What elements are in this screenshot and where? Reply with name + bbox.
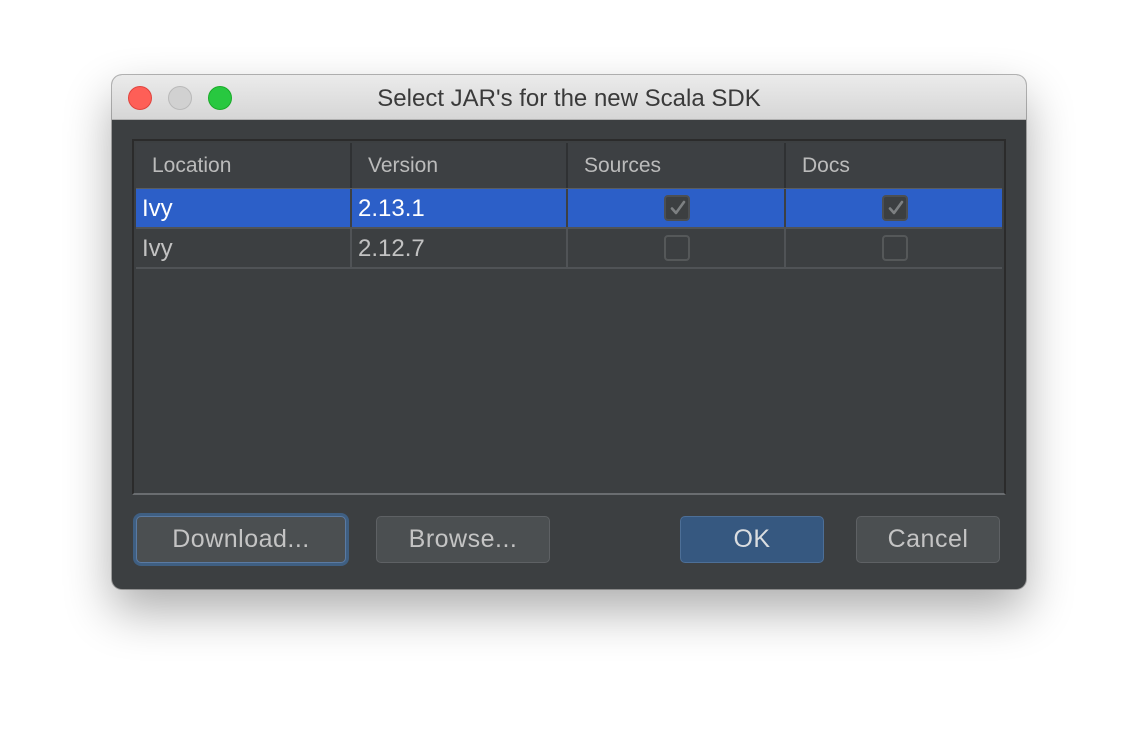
ok-button[interactable]: OK (680, 516, 824, 563)
location-cell: Ivy (136, 189, 352, 227)
docs-cell (786, 229, 1002, 267)
sources-checkbox[interactable] (664, 195, 690, 221)
title-bar[interactable]: Select JAR's for the new Scala SDK (112, 75, 1026, 120)
cancel-button[interactable]: Cancel (856, 516, 1000, 563)
check-icon (670, 200, 686, 215)
column-header-location[interactable]: Location (136, 143, 352, 188)
docs-checkbox[interactable] (882, 195, 908, 221)
column-header-sources[interactable]: Sources (568, 143, 786, 188)
browse-button[interactable]: Browse... (376, 516, 550, 563)
column-header-docs[interactable]: Docs (786, 143, 1002, 188)
select-jars-dialog: Select JAR's for the new Scala SDK Locat… (112, 75, 1026, 589)
download-button[interactable]: Download... (136, 516, 346, 563)
column-header-version[interactable]: Version (352, 143, 568, 188)
docs-checkbox[interactable] (882, 235, 908, 261)
table-header: Location Version Sources Docs (136, 143, 1002, 189)
table-row[interactable]: Ivy 2.12.7 (136, 229, 1002, 269)
sources-cell (568, 229, 786, 267)
check-icon (888, 200, 904, 215)
sources-checkbox[interactable] (664, 235, 690, 261)
location-cell: Ivy (136, 229, 352, 267)
desktop-background: Select JAR's for the new Scala SDK Locat… (0, 0, 1138, 738)
window-title: Select JAR's for the new Scala SDK (377, 85, 761, 112)
version-cell: 2.13.1 (352, 189, 568, 227)
sources-cell (568, 189, 786, 227)
table-row[interactable]: Ivy 2.13.1 (136, 189, 1002, 229)
version-cell: 2.12.7 (352, 229, 568, 267)
docs-cell (786, 189, 1002, 227)
sdk-jar-table: Location Version Sources Docs Ivy 2.13.1 (132, 139, 1006, 495)
